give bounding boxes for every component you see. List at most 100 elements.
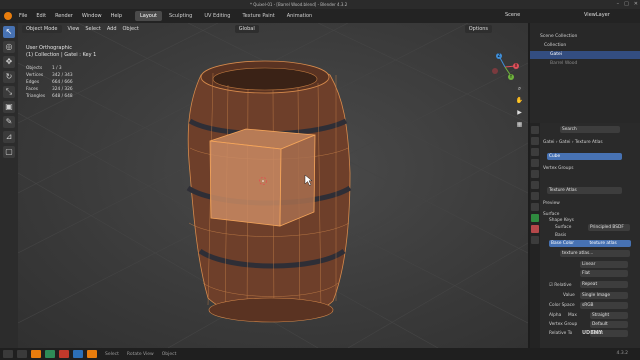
- scale-tool-icon[interactable]: ⤡: [3, 86, 15, 98]
- ortho-grid-icon[interactable]: ▦: [515, 120, 524, 129]
- color-space-dropdown[interactable]: sRGB: [580, 302, 628, 309]
- collection-info: (1) Collection | Gatei : Key 1: [26, 52, 97, 58]
- uv-map-texture-atlas[interactable]: Texture Atlas: [547, 187, 622, 194]
- stat-row: Triangles 648 / 648: [26, 94, 73, 99]
- options-button[interactable]: Options: [464, 24, 493, 33]
- navigation-gizmo[interactable]: X Z Y: [490, 52, 520, 82]
- tab-sculpting[interactable]: Sculpting: [164, 11, 197, 21]
- image-texture-field[interactable]: texture atlas...: [560, 250, 630, 257]
- alpha-dropdown[interactable]: Straight: [590, 312, 628, 319]
- taskbar-app-icon[interactable]: [45, 350, 55, 358]
- texture-tab-icon[interactable]: [531, 236, 539, 244]
- camera-view-icon[interactable]: ▶: [515, 108, 524, 117]
- annotate-tool-icon[interactable]: ✎: [3, 116, 15, 128]
- gizmo-y-axis[interactable]: Y: [508, 74, 514, 80]
- menu-edit[interactable]: Edit: [36, 13, 46, 19]
- properties-breadcrumb: Gatei › Gatei › Texture Atlas: [543, 140, 603, 145]
- viewport-info: User Orthographic (1) Collection | Gatei…: [26, 45, 96, 59]
- object-tab-icon[interactable]: [531, 192, 539, 200]
- taskbar-blender-icon[interactable]: [87, 350, 97, 358]
- max-label: Max: [568, 313, 577, 318]
- orientation-dropdown[interactable]: Global: [234, 24, 259, 33]
- tab-uv-editing[interactable]: UV Editing: [199, 11, 235, 21]
- relative-checkbox[interactable]: ☑ Relative: [549, 283, 572, 288]
- select-tool-icon[interactable]: ↖: [3, 26, 15, 38]
- preview-header[interactable]: Preview: [543, 201, 560, 206]
- stat-row: Edges 664 / 666: [26, 80, 73, 85]
- cursor-tool-icon[interactable]: ◎: [3, 41, 15, 53]
- status-select: Select: [105, 351, 119, 357]
- gizmo-neg-x[interactable]: [492, 68, 498, 74]
- menu-select[interactable]: Select: [85, 26, 100, 32]
- rotate-tool-icon[interactable]: ↻: [3, 71, 15, 83]
- modifier-tab-icon[interactable]: [531, 203, 539, 211]
- surface-header[interactable]: Surface: [543, 212, 559, 217]
- status-bar: Select Rotate View Object 4.3.2: [0, 348, 640, 360]
- menu-object[interactable]: Object: [123, 26, 139, 32]
- maximize-icon[interactable]: □: [624, 1, 629, 7]
- pan-hand-icon[interactable]: ✋: [515, 96, 524, 105]
- minimize-icon[interactable]: –: [617, 1, 620, 7]
- material-slot[interactable]: Cube: [547, 153, 622, 160]
- outliner-panel: Scene Collection Collection Gatei Barrel…: [530, 23, 640, 123]
- tool-tab-icon[interactable]: [531, 126, 539, 134]
- source-dropdown[interactable]: Single Image: [580, 292, 628, 299]
- scene-statistics: Objects 1 / 3 Vertices 342 / 343 Edges 664 …: [26, 65, 73, 100]
- outliner-item-barrel[interactable]: Barrel Wood: [530, 60, 640, 68]
- world-tab-icon[interactable]: [531, 181, 539, 189]
- menu-help[interactable]: Help: [111, 13, 122, 19]
- view-layer-selector[interactable]: ViewLayer: [584, 12, 610, 18]
- shape-keys-header[interactable]: Shape Keys: [549, 218, 574, 223]
- zoom-icon[interactable]: ⌕: [515, 84, 524, 93]
- taskbar-app2-icon[interactable]: [59, 350, 69, 358]
- status-rotate: Rotate View: [126, 351, 154, 357]
- gizmo-x-axis[interactable]: X: [513, 63, 519, 69]
- extension-dropdown[interactable]: Repeat: [580, 281, 628, 288]
- taskbar-start-icon[interactable]: [3, 350, 13, 358]
- stat-row: Faces 324 / 326: [26, 87, 73, 92]
- tab-animation[interactable]: Animation: [282, 11, 318, 21]
- blender-logo-icon[interactable]: [4, 12, 12, 20]
- menu-window[interactable]: Window: [82, 13, 102, 19]
- render-tab-icon[interactable]: [531, 137, 539, 145]
- vertex-groups-header[interactable]: Vertex Groups: [543, 166, 574, 171]
- viewport-scene: [18, 23, 528, 348]
- outliner-item-gatei[interactable]: Gatei: [530, 51, 640, 59]
- interpolation-dropdown[interactable]: Linear: [580, 261, 628, 268]
- measure-tool-icon[interactable]: ⊿: [3, 131, 15, 143]
- close-icon[interactable]: ✕: [634, 1, 638, 7]
- scene-selector[interactable]: Scene: [505, 12, 520, 18]
- object-mode-dropdown[interactable]: Object Mode: [22, 24, 62, 33]
- gizmo-z-axis[interactable]: Z: [496, 53, 502, 59]
- relative-to-label: Relative To: [549, 331, 573, 336]
- properties-search-input[interactable]: Search: [560, 126, 620, 133]
- material-tab-icon[interactable]: [531, 225, 539, 233]
- tab-layout[interactable]: Layout: [135, 11, 162, 21]
- 3d-viewport[interactable]: [18, 23, 528, 348]
- menu-file[interactable]: File: [19, 13, 27, 19]
- move-tool-icon[interactable]: ✥: [3, 56, 15, 68]
- outliner-scene-collection[interactable]: Scene Collection: [530, 33, 640, 41]
- taskbar-app3-icon[interactable]: [73, 350, 83, 358]
- menu-add[interactable]: Add: [107, 26, 117, 32]
- view-layer-tab-icon[interactable]: [531, 159, 539, 167]
- tool-shelf: ↖ ◎ ✥ ↻ ⤡ ▣ ✎ ⊿ ▢: [0, 23, 18, 348]
- taskbar-explorer-icon[interactable]: [31, 350, 41, 358]
- data-tab-icon[interactable]: [531, 214, 539, 222]
- surface-shader-field[interactable]: Principled BSDF: [588, 224, 630, 231]
- view-name: User Orthographic: [26, 45, 72, 51]
- taskbar-search-icon[interactable]: [17, 350, 27, 358]
- menu-view[interactable]: View: [68, 26, 80, 32]
- output-tab-icon[interactable]: [531, 148, 539, 156]
- base-color-field[interactable]: Base Color texture atlas: [549, 240, 631, 247]
- watermark-logo: UDEMY: [582, 330, 603, 336]
- default-dropdown[interactable]: Default: [590, 321, 628, 328]
- projection-dropdown[interactable]: Flat: [580, 270, 628, 277]
- menu-render[interactable]: Render: [55, 13, 73, 19]
- add-cube-tool-icon[interactable]: ▢: [3, 146, 15, 158]
- transform-tool-icon[interactable]: ▣: [3, 101, 15, 113]
- tab-texture-paint[interactable]: Texture Paint: [237, 11, 279, 21]
- outliner-collection[interactable]: Collection: [530, 42, 640, 50]
- value-label: Value: [563, 293, 575, 298]
- scene-tab-icon[interactable]: [531, 170, 539, 178]
